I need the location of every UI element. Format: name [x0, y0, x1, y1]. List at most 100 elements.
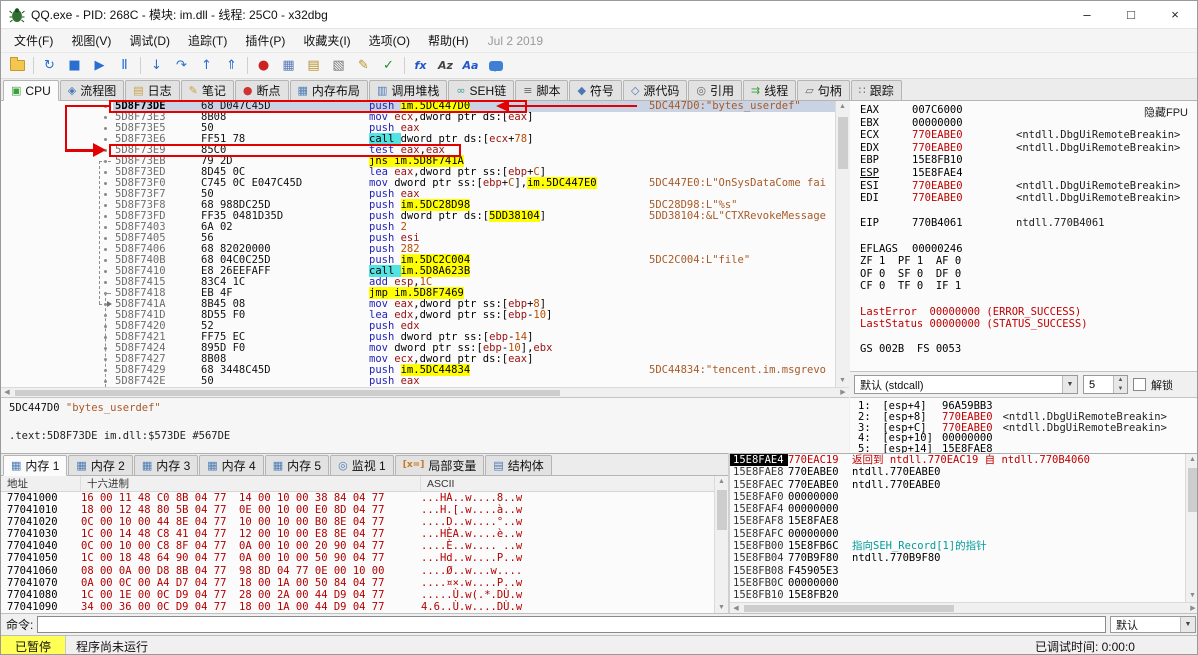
tab-cpu[interactable]: ▣ CPU: [3, 80, 59, 101]
chevron-down-icon[interactable]: ▼: [1180, 617, 1195, 632]
breakpoint-gutter[interactable]: [99, 189, 113, 200]
scroll-up-icon[interactable]: ▲: [1186, 454, 1197, 466]
tab-trace[interactable]: ∷ 跟踪: [850, 80, 902, 100]
memory-row[interactable]: 77041080 1C 00 1E 00 0C D9 04 77 28 00 2A…: [1, 589, 714, 601]
breakpoint-gutter[interactable]: [99, 211, 113, 222]
stack-row[interactable]: 15E8FAF8 15E8FAE8: [730, 515, 1185, 527]
memory-row[interactable]: 77041030 1C 00 14 48 C8 41 04 77 12 00 10…: [1, 528, 714, 540]
breakpoint-gutter[interactable]: [99, 167, 113, 178]
stack-row[interactable]: 15E8FB0C 00000000: [730, 577, 1185, 589]
stack-row[interactable]: 15E8FB00 15E8FB6C 指向SEH_Record[1]的指针: [730, 540, 1185, 552]
breakpoint-gutter[interactable]: [99, 178, 113, 189]
disasm-hscroll-thumb[interactable]: [15, 390, 560, 396]
command-input[interactable]: [37, 616, 1106, 633]
stack-row[interactable]: 15E8FB08 F45905E3: [730, 565, 1185, 577]
menu-item-7[interactable]: 帮助(H): [419, 29, 478, 52]
tab-watch-1[interactable]: ◎ 监视 1: [330, 455, 394, 475]
memory-row[interactable]: 77041000 16 00 11 48 C0 8B 04 77 14 00 10…: [1, 492, 714, 504]
toolbar-stop-button[interactable]: ■: [62, 55, 87, 77]
memory-row[interactable]: 77041040 0C 00 10 00 C8 8F 04 77 0A 00 10…: [1, 540, 714, 552]
breakpoint-gutter[interactable]: [99, 145, 113, 156]
stack-view[interactable]: 15E8FAE4 770EAC19 返回到 ntdll.770EAC19 自 ntd…: [730, 453, 1197, 614]
scroll-up-icon[interactable]: ▲: [715, 476, 728, 488]
tab-memory-2[interactable]: ▦ 内存 2: [68, 455, 133, 475]
toolbar-patches-button[interactable]: ▧: [326, 55, 351, 77]
toolbar-execute-till-return-button[interactable]: ↑: [194, 55, 219, 77]
stepper-up-icon[interactable]: ▲: [1114, 376, 1127, 385]
register-row[interactable]: GS 002B FS 0053: [860, 343, 1197, 356]
breakpoint-gutter[interactable]: [99, 244, 113, 255]
tab-handles[interactable]: ▱ 句柄: [797, 80, 850, 100]
breakpoint-gutter[interactable]: [99, 123, 113, 134]
breakpoint-gutter[interactable]: [99, 266, 113, 277]
toolbar-run-to-user-code-button[interactable]: ⇑: [219, 55, 244, 77]
breakpoint-gutter[interactable]: [99, 332, 113, 343]
breakpoint-gutter[interactable]: [99, 376, 113, 387]
toolbar-step-into-button[interactable]: ↓: [144, 55, 169, 77]
tab-threads[interactable]: ⇉ 线程: [743, 80, 797, 100]
register-row[interactable]: ESI 770EABE0 <ntdll.DbgUiRemoteBreakin>: [860, 180, 1197, 193]
breakpoint-gutter[interactable]: [99, 222, 113, 233]
tab-memory-1[interactable]: ▦ 内存 1: [3, 455, 68, 476]
tab-locals[interactable]: [x=] 局部变量: [394, 455, 485, 475]
breakpoint-gutter[interactable]: [99, 112, 113, 123]
tab-seh[interactable]: ∞ SEH链: [448, 80, 515, 100]
stack-row[interactable]: 15E8FAE4 770EAC19 返回到 ntdll.770EAC19 自 ntd…: [730, 454, 1185, 467]
minimize-button[interactable]: –: [1065, 1, 1109, 28]
breakpoint-gutter[interactable]: [99, 255, 113, 266]
stack-row[interactable]: 15E8FB04 770B9F80 ntdll.770B9F80: [730, 552, 1185, 564]
close-button[interactable]: ×: [1153, 1, 1197, 28]
breakpoint-gutter[interactable]: [99, 277, 113, 288]
scroll-down-icon[interactable]: ▼: [836, 375, 849, 387]
tab-memory-4[interactable]: ▦ 内存 4: [199, 455, 264, 475]
register-row[interactable]: LastStatus 00000000 (STATUS_SUCCESS): [860, 318, 1197, 331]
scroll-down-icon[interactable]: ▼: [1186, 590, 1197, 602]
argument-row[interactable]: 2: [esp+8] 770EABE0 <ntdll.DbgUiRemoteBrea…: [858, 411, 1197, 423]
register-row[interactable]: EBX 00000000: [860, 117, 1197, 130]
toolbar-font-button[interactable]: Aa: [458, 55, 483, 77]
toolbar-pause-button[interactable]: Ⅱ: [112, 55, 137, 77]
disasm-vscroll-thumb[interactable]: [838, 117, 848, 169]
memory-dump-view[interactable]: ▦ 内存 1 ▦ 内存 2 ▦ 内存 3 ▦ 内存 4 ▦ 内存 5 ◎ 监视 1 [x=] 局部变量 ▤ 结…: [1, 453, 728, 614]
tab-graph[interactable]: ◈ 流程图: [59, 80, 125, 100]
menu-item-5[interactable]: 收藏夹(I): [294, 29, 359, 52]
tab-symbols[interactable]: ◆ 符号: [569, 80, 622, 100]
unlock-checkbox[interactable]: [1133, 378, 1146, 391]
stack-row[interactable]: 15E8FAF4 00000000: [730, 503, 1185, 515]
toolbar-breakpoints-button[interactable]: ●: [251, 55, 276, 77]
memory-row[interactable]: 77041090 34 00 36 00 0C D9 04 77 18 00 1A…: [1, 601, 714, 613]
breakpoint-gutter[interactable]: [99, 354, 113, 365]
memory-vscroll-thumb[interactable]: [717, 490, 727, 530]
toolbar-chat-button[interactable]: [483, 55, 508, 77]
breakpoint-gutter[interactable]: [99, 101, 113, 112]
registers-view[interactable]: 隐藏FPU EAX 007C6000 EBX 00000000 ECX 770EABE0 <…: [850, 101, 1197, 454]
register-row[interactable]: ZF 1 PF 1 AF 0: [860, 255, 1197, 268]
memory-row[interactable]: 77041070 0A 00 0C 00 A4 D7 04 77 18 00 1A…: [1, 577, 714, 589]
register-row[interactable]: LastError 00000000 (ERROR_SUCCESS): [860, 306, 1197, 319]
title-bar[interactable]: QQ.exe - PID: 268C - 模块: im.dll - 线程: 25…: [1, 1, 1197, 29]
memory-row[interactable]: 77041060 08 00 0A 00 D8 8B 04 77 98 8D 04…: [1, 565, 714, 577]
breakpoint-gutter[interactable]: [99, 310, 113, 321]
toolbar-open-file-button[interactable]: [5, 55, 30, 77]
breakpoint-gutter[interactable]: [99, 134, 113, 145]
toolbar-restart-button[interactable]: ↻: [37, 55, 62, 77]
tab-struct[interactable]: ▤ 结构体: [485, 455, 552, 475]
toolbar-check-updates-button[interactable]: ✓: [376, 55, 401, 77]
breakpoint-gutter[interactable]: [99, 156, 113, 167]
breakpoint-gutter[interactable]: [99, 288, 113, 299]
stepper-down-icon[interactable]: ▼: [1114, 384, 1127, 393]
disasm-row[interactable]: 5D8F742E 50 push eax: [1, 376, 835, 387]
tab-memory-5[interactable]: ▦ 内存 5: [264, 455, 330, 475]
register-row[interactable]: EDI 770EABE0 <ntdll.DbgUiRemoteBreakin>: [860, 192, 1197, 205]
toolbar-memory-map-button[interactable]: ▦: [276, 55, 301, 77]
menu-item-6[interactable]: 选项(O): [360, 29, 419, 52]
command-profile-select[interactable]: 默认 ▼: [1110, 616, 1196, 633]
stack-vscroll-thumb[interactable]: [1188, 468, 1197, 512]
toolbar-run-button[interactable]: ▶: [87, 55, 112, 77]
stack-row[interactable]: 15E8FAEC 770EABE0 ntdll.770EABE0: [730, 479, 1185, 491]
tab-references[interactable]: ◎ 引用: [688, 80, 743, 100]
toolbar-step-over-button[interactable]: ↷: [169, 55, 194, 77]
menu-item-1[interactable]: 视图(V): [62, 29, 120, 52]
register-row[interactable]: ECX 770EABE0 <ntdll.DbgUiRemoteBreakin>: [860, 129, 1197, 142]
stack-row[interactable]: 15E8FAE8 770EABE0 ntdll.770EABE0: [730, 466, 1185, 478]
